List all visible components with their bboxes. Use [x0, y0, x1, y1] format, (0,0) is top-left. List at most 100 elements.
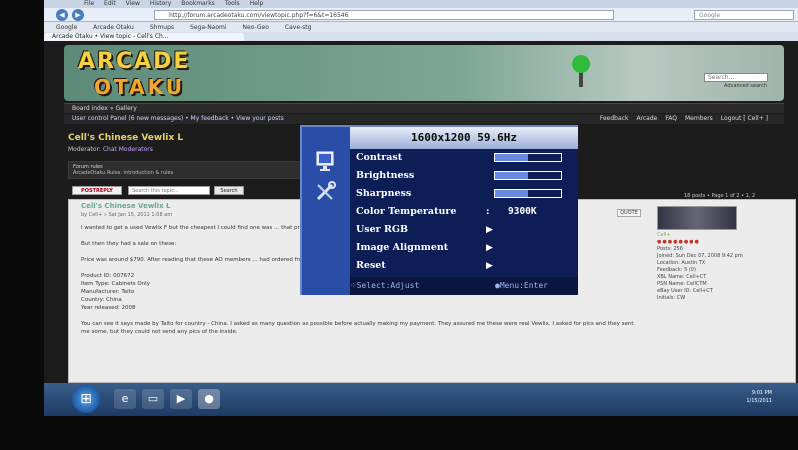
tools-icon[interactable]	[314, 179, 338, 203]
monitor-icon[interactable]	[314, 149, 338, 173]
contrast-bar[interactable]	[494, 153, 562, 162]
profile-posts: Posts: 256	[657, 246, 683, 252]
profile-feedback: Feedback: 5 (0)	[657, 267, 696, 273]
brightness-bar-fill	[495, 172, 528, 179]
advanced-search-link[interactable]: Advanced search	[724, 83, 767, 89]
quote-button[interactable]: QUOTE	[617, 209, 641, 217]
rules-text[interactable]: ArcadeOtaku Rules: introduction & rules	[73, 170, 173, 176]
joystick-icon	[579, 71, 583, 87]
osd-item-label: Image Alignment	[356, 242, 449, 253]
right-arrow-icon: ▶	[486, 243, 493, 253]
color-temperature-value[interactable]: 9300K	[508, 204, 537, 220]
osd-footer: ⁘Select:Adjust ●Menu:Enter	[350, 277, 578, 295]
moderator-link[interactable]: Chat Moderators	[103, 146, 153, 153]
post-meta: by Cell+ » Sat Jan 15, 2011 1:08 am	[81, 212, 173, 218]
right-arrow-icon: ▶	[486, 225, 493, 235]
bookmark-item[interactable]: Cave-stg	[285, 24, 312, 31]
osd-items: Contrast Brightness Sharpness Color Temp…	[350, 149, 578, 277]
post-paragraph: You can see it says made by Taito for co…	[81, 321, 634, 335]
bookmarks-toolbar: Google Arcade Otaku Shmups Sega-Naomi Ne…	[44, 22, 798, 32]
right-arrow-icon: ▶	[486, 261, 493, 271]
osd-item-contrast[interactable]: Contrast	[356, 150, 570, 166]
osd-item-reset[interactable]: Reset ▶	[356, 258, 570, 274]
post-subject[interactable]: Cell's Chinese Vewlix L	[81, 202, 171, 210]
osd-colon: :	[486, 206, 490, 217]
clock-time: 9:01 PM	[751, 390, 772, 396]
monitor-osd-menu: 1600x1200 59.6Hz Contrast Brightness Sha…	[300, 125, 578, 295]
tab-active[interactable]: Arcade Otaku • View topic - Cell's Ch...	[44, 33, 244, 41]
breadcrumb: Board index » Gallery	[64, 103, 784, 113]
banner-search-input[interactable]: Search...	[704, 73, 768, 82]
osd-footer-enter: ●Menu:Enter	[495, 281, 548, 290]
bookmark-item[interactable]: Sega-Naomi	[190, 24, 227, 31]
sharpness-bar[interactable]	[494, 189, 562, 198]
osd-item-label: User RGB	[356, 224, 409, 235]
user-nav-strip: User control Panel (6 new messages) • My…	[64, 114, 784, 124]
avatar[interactable]	[657, 206, 737, 230]
osd-item-brightness[interactable]: Brightness	[356, 168, 570, 184]
joystick-ball-icon	[572, 55, 590, 73]
osd-resolution: 1600x1200 59.6Hz	[411, 131, 517, 144]
osd-item-user-rgb[interactable]: User RGB ▶	[356, 222, 570, 238]
start-button[interactable]: ⊞	[72, 385, 100, 413]
profile-location: Location: Austin TX	[657, 260, 706, 266]
post-spec: Country: China	[81, 297, 122, 303]
site-banner: ARCADE OTAKU Search... Advanced search	[64, 45, 784, 101]
bookmark-item[interactable]: Google	[56, 24, 77, 31]
osd-icon-column	[302, 127, 350, 295]
faq-link[interactable]: FAQ	[665, 114, 677, 124]
profile-psn: PSN Name: CellCTM	[657, 281, 707, 287]
profile-joined: Joined: Sun Dec 07, 2008 9:42 pm	[657, 253, 743, 259]
osd-item-label: Brightness	[356, 170, 415, 181]
rank-stars-icon: ●●●●●●●●	[657, 239, 700, 245]
media-player-icon[interactable]: ▶	[170, 389, 192, 409]
post-spec: Year released: 2008	[81, 305, 136, 311]
clock-date: 1/15/2011	[746, 398, 772, 404]
profile-initials: Initials: CW	[657, 295, 686, 301]
moderator-line: Moderator: Chat Moderators	[68, 146, 153, 153]
taskbar: ⊞ e ▭ ▶ ● 9:01 PM 1/15/2011	[44, 383, 798, 416]
search-button[interactable]: Search	[214, 186, 244, 195]
back-icon[interactable]: ◀	[56, 9, 68, 21]
arcade-link[interactable]: Arcade	[636, 114, 657, 124]
osd-item-image-alignment[interactable]: Image Alignment ▶	[356, 240, 570, 256]
logo-arcade[interactable]: ARCADE	[78, 49, 190, 74]
feedback-link[interactable]: Feedback	[600, 114, 629, 124]
osd-item-color-temperature[interactable]: Color Temperature : 9300K	[356, 204, 570, 220]
sharpness-bar-fill	[495, 190, 528, 197]
bookmark-item[interactable]: Neo-Geo	[243, 24, 269, 31]
url-field[interactable]: http://forum.arcadeotaku.com/viewtopic.p…	[154, 10, 614, 20]
ie-icon[interactable]: e	[114, 389, 136, 409]
folder-icon[interactable]: ▭	[142, 389, 164, 409]
bookmark-item[interactable]: Arcade Otaku	[93, 24, 134, 31]
contrast-bar-fill	[495, 154, 528, 161]
web-search-input[interactable]: Google	[694, 10, 794, 20]
poster-name[interactable]: Cell+	[657, 232, 787, 239]
forward-icon[interactable]: ▶	[72, 9, 84, 21]
forum-rules-box: Forum rules ArcadeOtaku Rules: introduct…	[68, 161, 318, 179]
osd-footer-adjust: ⁘Select:Adjust	[350, 281, 420, 290]
osd-item-label: Color Temperature	[356, 206, 457, 217]
poster-profile: Cell+ ●●●●●●●● Posts: 256 Joined: Sun De…	[657, 206, 787, 356]
profile-xbl: XBL Name: Cell+CT	[657, 274, 707, 280]
osd-item-sharpness[interactable]: Sharpness	[356, 186, 570, 202]
bookmark-item[interactable]: Shmups	[150, 24, 174, 31]
postreply-button[interactable]: POSTREPLY	[72, 186, 122, 195]
osd-item-label: Sharpness	[356, 188, 412, 199]
logout-link[interactable]: Logout [ Cell+ ]	[721, 114, 768, 124]
tab-bar: Arcade Otaku • View topic - Cell's Ch...	[44, 32, 798, 41]
topic-title[interactable]: Cell's Chinese Vewlix L	[68, 133, 183, 143]
topic-search-input[interactable]: Search this topic...	[128, 186, 210, 195]
profile-ebay: eBay User ID: Cell+CT	[657, 288, 713, 294]
right-nav-links: Feedback Arcade FAQ Members Logout [ Cel…	[600, 114, 768, 124]
clock[interactable]: 9:01 PM 1/15/2011	[746, 389, 772, 405]
osd-item-label: Reset	[356, 260, 386, 271]
breadcrumb-text[interactable]: Board index » Gallery	[72, 105, 137, 112]
members-link[interactable]: Members	[685, 114, 713, 124]
brightness-bar[interactable]	[494, 171, 562, 180]
osd-item-label: Contrast	[356, 152, 403, 163]
firefox-icon[interactable]: ●	[198, 389, 220, 409]
logo-otaku[interactable]: OTAKU	[94, 75, 185, 99]
user-links[interactable]: User control Panel (6 new messages) • My…	[72, 115, 284, 122]
moderator-label: Moderator:	[68, 146, 101, 153]
